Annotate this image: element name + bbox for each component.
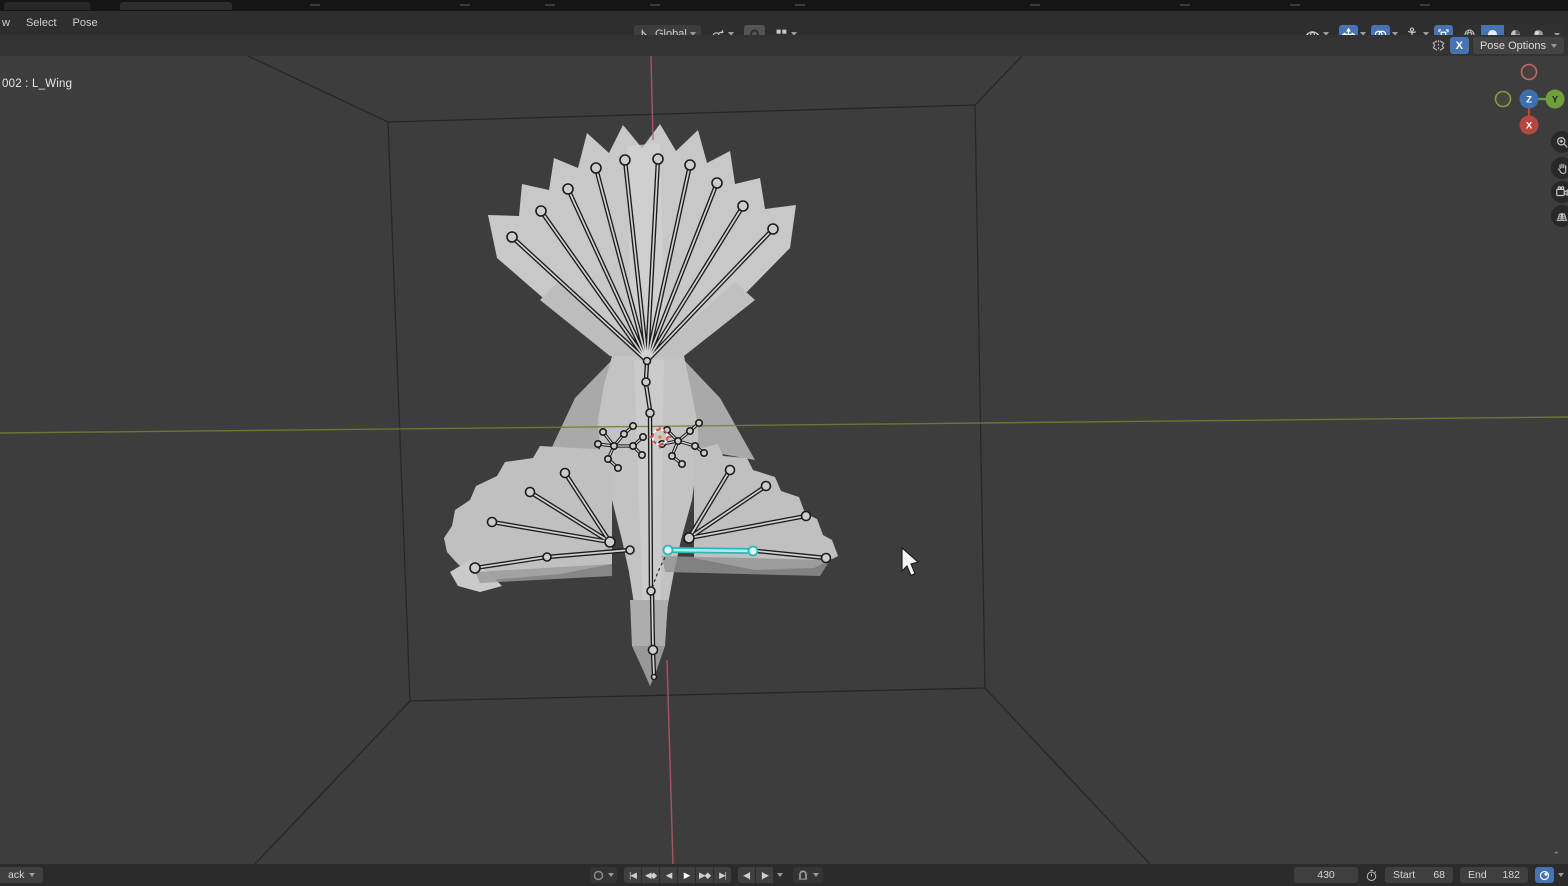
gizmo-minus-y-ball[interactable] bbox=[1494, 90, 1512, 108]
tab-segment bbox=[4, 2, 90, 10]
mirror-icon bbox=[1431, 38, 1446, 53]
chevron-down-icon[interactable] bbox=[1558, 873, 1564, 877]
prev-keyframe-button[interactable]: ◀◆ bbox=[642, 867, 659, 883]
chevron-down-icon bbox=[1551, 43, 1557, 48]
jump-to-end-button[interactable]: ▶| bbox=[714, 867, 731, 883]
gizmo-z-label: Z bbox=[1526, 95, 1532, 106]
active-object-label: 002 : L_Wing bbox=[2, 78, 73, 90]
step-forward-button[interactable]: |▶ bbox=[756, 867, 773, 883]
viewport-header: w Select Pose Global bbox=[0, 11, 1568, 43]
gizmo-z-ball[interactable]: Z bbox=[1519, 89, 1539, 109]
viewport-3d[interactable]: 002 : L_Wing Z Y X ⌃ bbox=[0, 55, 1568, 865]
gizmo-y-ball[interactable]: Y bbox=[1545, 89, 1565, 109]
chevron-down-icon[interactable] bbox=[813, 873, 819, 877]
magnifier-icon bbox=[1556, 136, 1568, 149]
step-back-button[interactable]: ◀| bbox=[738, 867, 755, 883]
gizmo-x-label: X bbox=[1526, 121, 1533, 132]
browser-tab-strip bbox=[0, 0, 1568, 11]
gizmo-y-label: Y bbox=[1552, 95, 1559, 106]
end-frame-field[interactable]: End 182 bbox=[1460, 867, 1528, 883]
gizmo-minus-x-ball[interactable] bbox=[1520, 63, 1538, 81]
transport-controls: |◀ ◀◆ ◀ ▶ ▶◆ ▶| bbox=[624, 867, 731, 883]
y-axis-line bbox=[0, 416, 1568, 434]
menu-view-truncated[interactable]: w bbox=[0, 11, 18, 35]
timeline-sync-group bbox=[1535, 867, 1564, 883]
pose-options-dropdown[interactable]: Pose Options bbox=[1472, 37, 1564, 54]
menu-pose[interactable]: Pose bbox=[65, 11, 106, 35]
timeline-snap-group bbox=[793, 867, 823, 883]
start-frame-field[interactable]: Start 68 bbox=[1385, 867, 1453, 883]
tool-settings-bar: X Pose Options bbox=[0, 35, 1568, 56]
start-label: Start bbox=[1393, 869, 1416, 881]
auto-key-group bbox=[590, 867, 617, 883]
perspective-toggle-button[interactable] bbox=[1551, 205, 1568, 227]
pose-options-label: Pose Options bbox=[1479, 39, 1546, 52]
mouse-cursor bbox=[901, 546, 920, 577]
3d-scene bbox=[0, 55, 1568, 865]
end-value: 182 bbox=[1502, 869, 1520, 881]
stopwatch-icon bbox=[1365, 869, 1378, 882]
ortho-grid-icon bbox=[1555, 209, 1568, 223]
chevron-down-icon[interactable] bbox=[608, 873, 614, 877]
end-label: End bbox=[1468, 869, 1487, 881]
menu-select[interactable]: Select bbox=[18, 11, 65, 35]
jump-to-start-button[interactable]: |◀ bbox=[624, 867, 641, 883]
camera-icon bbox=[1555, 185, 1568, 199]
camera-view-button[interactable] bbox=[1551, 181, 1568, 203]
pan-view-button[interactable] bbox=[1551, 157, 1568, 179]
chevron-down-icon bbox=[29, 873, 36, 877]
hand-icon bbox=[1556, 162, 1568, 175]
current-frame-field[interactable]: 430 bbox=[1294, 867, 1358, 883]
next-keyframe-button[interactable]: ▶◆ bbox=[696, 867, 713, 883]
active-tab-segment bbox=[120, 2, 232, 10]
step-options-chevron[interactable] bbox=[774, 867, 786, 883]
start-value: 68 bbox=[1433, 869, 1445, 881]
zoom-view-button[interactable] bbox=[1551, 131, 1568, 153]
region-collapse-chevron[interactable]: ⌃ bbox=[1552, 850, 1560, 861]
mirror-x-toggle[interactable]: X bbox=[1449, 37, 1469, 54]
play-reverse-button[interactable]: ◀ bbox=[660, 867, 677, 883]
magnet-icon[interactable] bbox=[797, 869, 809, 881]
gizmo-x-ball[interactable]: X bbox=[1519, 115, 1539, 135]
viewport-nav-column: Z Y X bbox=[1488, 58, 1568, 298]
timeline-bar: ack |◀ ◀◆ ◀ ▶ ▶◆ ▶| ◀| |▶ 430 Start 68 E… bbox=[0, 864, 1568, 886]
play-button[interactable]: ▶ bbox=[678, 867, 695, 883]
playback-sync-button[interactable] bbox=[1535, 867, 1554, 883]
bird-mesh bbox=[444, 124, 838, 686]
frame-step-group: ◀| |▶ bbox=[738, 867, 786, 883]
orientation-gizmo[interactable]: Z Y X bbox=[1488, 58, 1568, 142]
playback-menu-truncated[interactable]: ack bbox=[0, 867, 44, 883]
auto-key-record-icon[interactable] bbox=[593, 870, 604, 881]
